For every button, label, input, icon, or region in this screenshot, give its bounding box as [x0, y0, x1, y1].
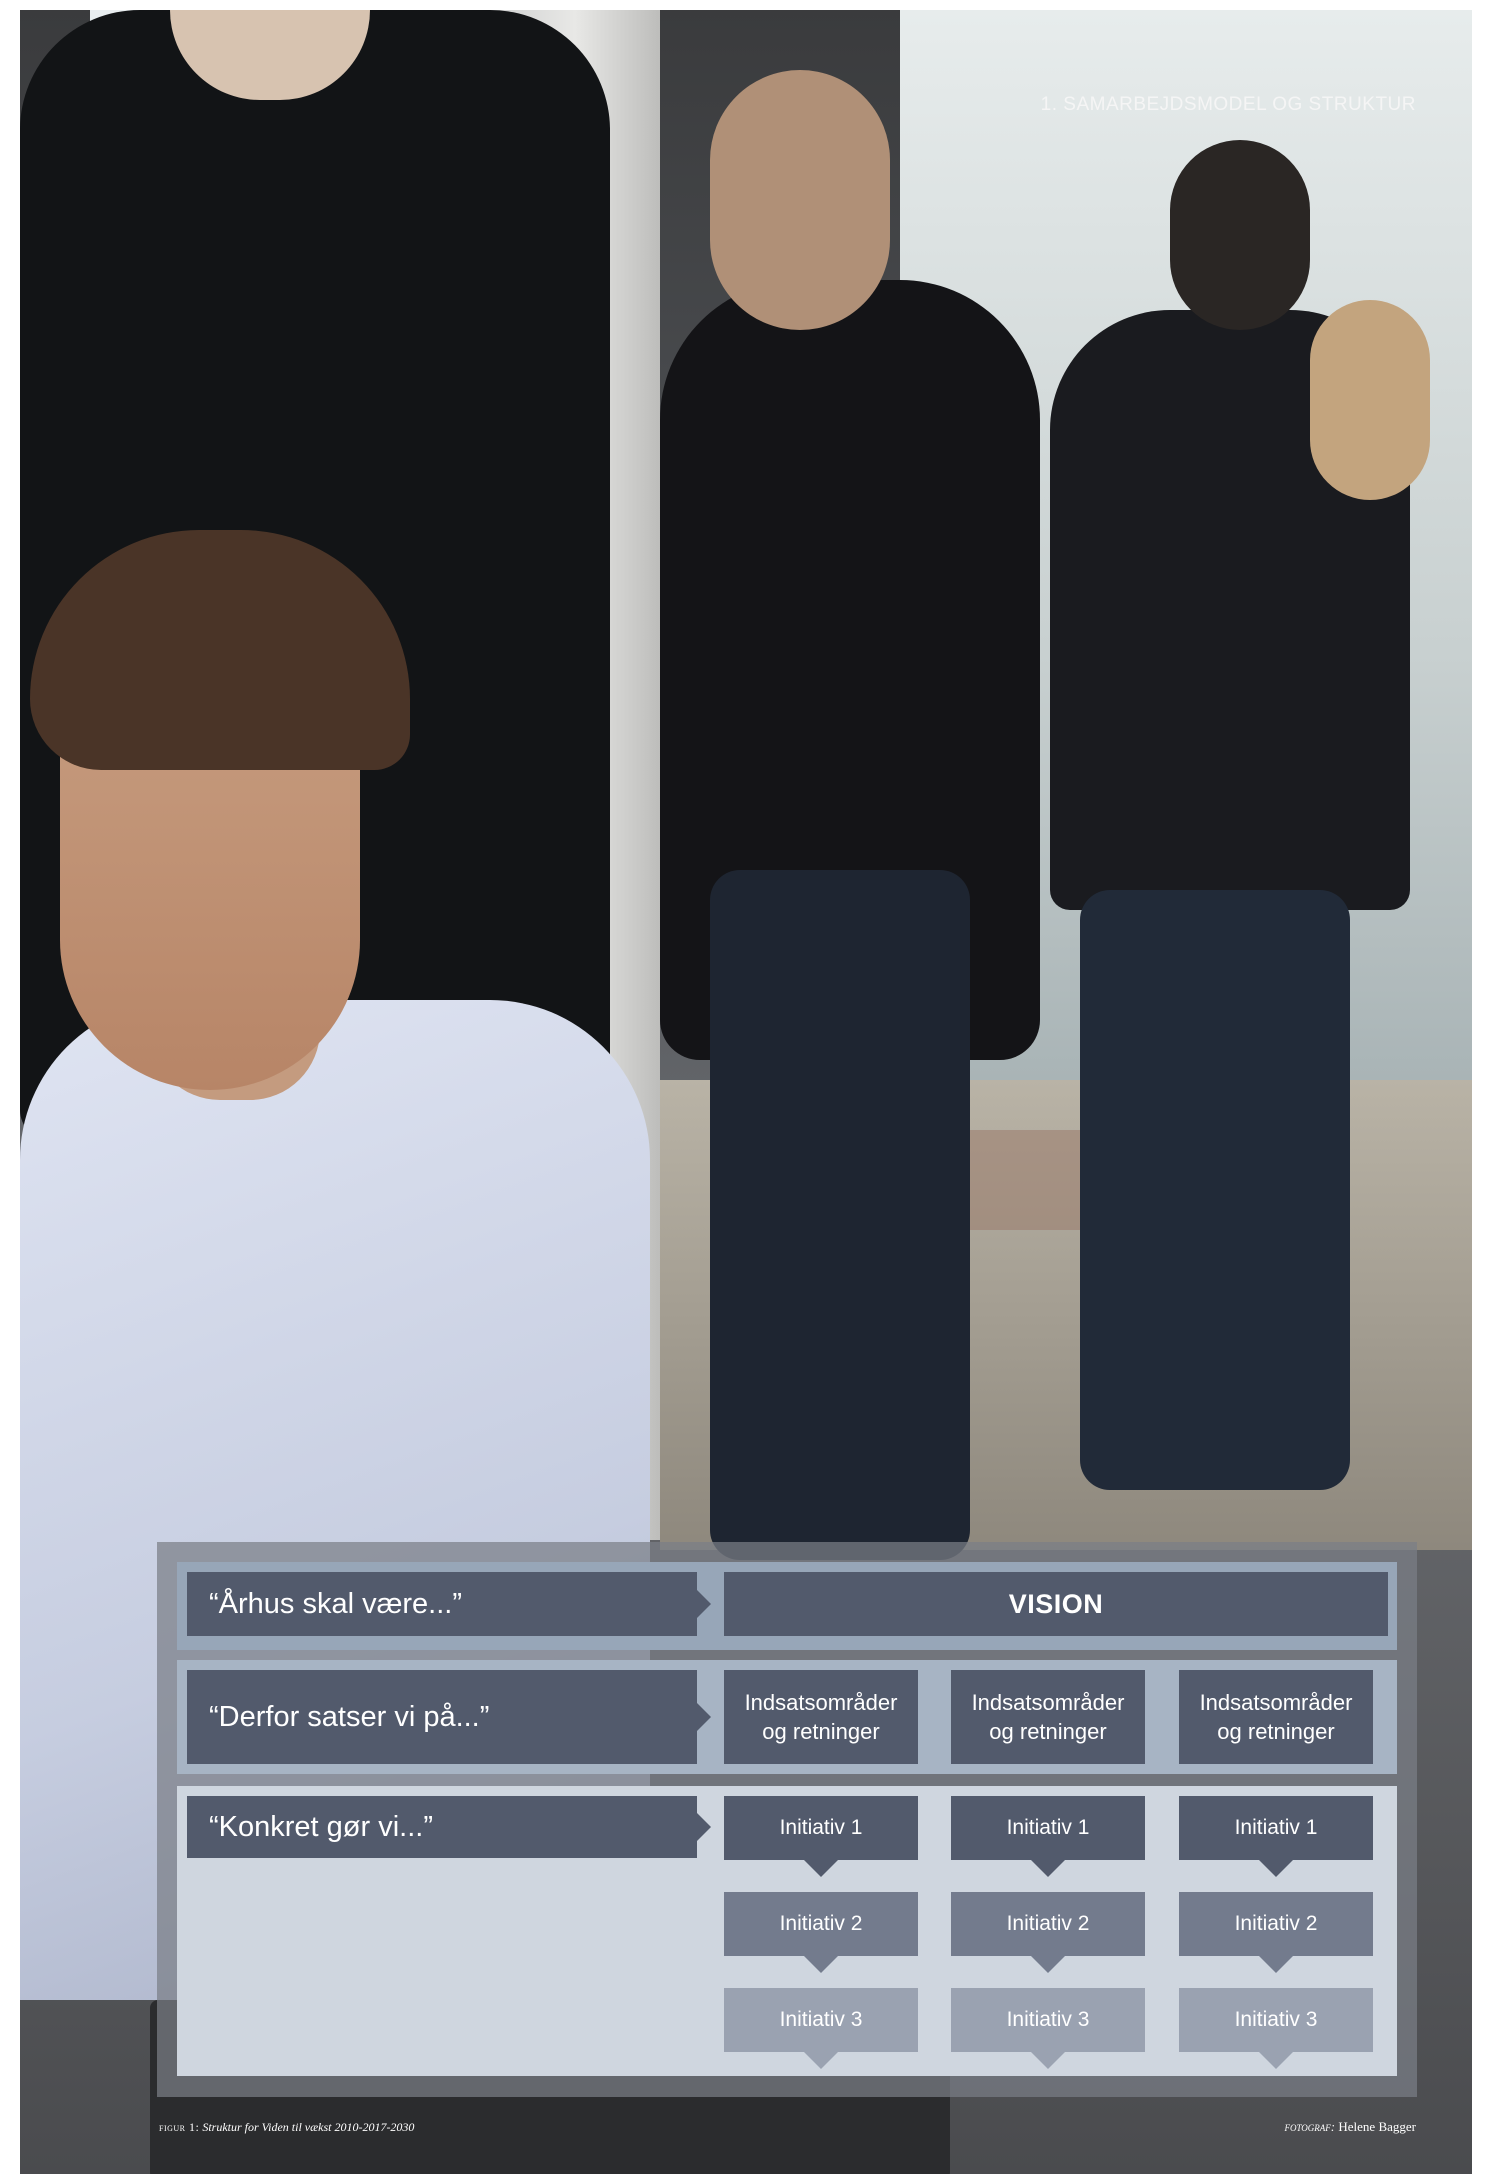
initiative-box: Initiativ 3 [1179, 1988, 1373, 2069]
initiative-box: Initiativ 1 [724, 1796, 918, 1877]
focus-area-box: Indsatsområder og retninger [724, 1670, 918, 1764]
figure-caption: figur 1: Struktur for Viden til vækst 20… [159, 2120, 414, 2135]
section-title: 1. SAMARBEJDSMODEL OG STRUKTUR [1040, 94, 1416, 115]
row-label: “Derfor satser vi på...” [187, 1670, 711, 1764]
photographer-name: Helene Bagger [1338, 2119, 1416, 2134]
photo-person-right-head [1170, 140, 1310, 330]
figure-prefix: figur 1: [159, 2120, 200, 2134]
figure-title: Struktur for Viden til vækst 2010-2017-2… [202, 2120, 415, 2134]
structure-diagram: “Århus skal være...” VISION “Derfor sats… [157, 1542, 1417, 2097]
vision-box: VISION [724, 1572, 1388, 1636]
diagram-row-focus-areas: “Derfor satser vi på...” Indsatsområder … [177, 1660, 1397, 1774]
focus-area-line-2: og retninger [989, 1719, 1107, 1744]
diagram-row-vision: “Århus skal være...” VISION [177, 1562, 1397, 1650]
row-label: “Konkret gør vi...” [187, 1796, 711, 1858]
focus-area-line-2: og retninger [762, 1719, 880, 1744]
photo-credit-prefix: fotograf: [1284, 2119, 1336, 2134]
photo-person-center-legs [710, 870, 970, 1560]
focus-area-box: Indsatsområder og retninger [1179, 1670, 1373, 1764]
focus-area-line-1: Indsatsområder [971, 1690, 1125, 1715]
initiative-box: Initiativ 1 [951, 1796, 1145, 1877]
focus-area-line-1: Indsatsområder [744, 1690, 898, 1715]
photo-person-right-legs [1080, 890, 1350, 1490]
initiative-box: Initiativ 1 [1179, 1796, 1373, 1877]
initiative-box: Initiativ 3 [724, 1988, 918, 2069]
photo-credit: fotograf: Helene Bagger [1284, 2119, 1416, 2135]
page-photo: 1. SAMARBEJDSMODEL OG STRUKTUR “Århus sk… [20, 10, 1472, 2174]
focus-area-line-2: og retninger [1217, 1719, 1335, 1744]
focus-area-box: Indsatsområder og retninger [951, 1670, 1145, 1764]
photo-person-woman [1310, 300, 1430, 500]
focus-area-line-1: Indsatsområder [1199, 1690, 1353, 1715]
row-label: “Århus skal være...” [187, 1572, 711, 1636]
diagram-row-initiatives: “Konkret gør vi...” Initiativ 1 Initiati… [177, 1786, 1397, 2076]
photo-person-center-head [710, 70, 890, 330]
initiative-box: Initiativ 3 [951, 1988, 1145, 2069]
initiative-box: Initiativ 2 [724, 1892, 918, 1973]
initiative-box: Initiativ 2 [1179, 1892, 1373, 1973]
initiative-box: Initiativ 2 [951, 1892, 1145, 1973]
